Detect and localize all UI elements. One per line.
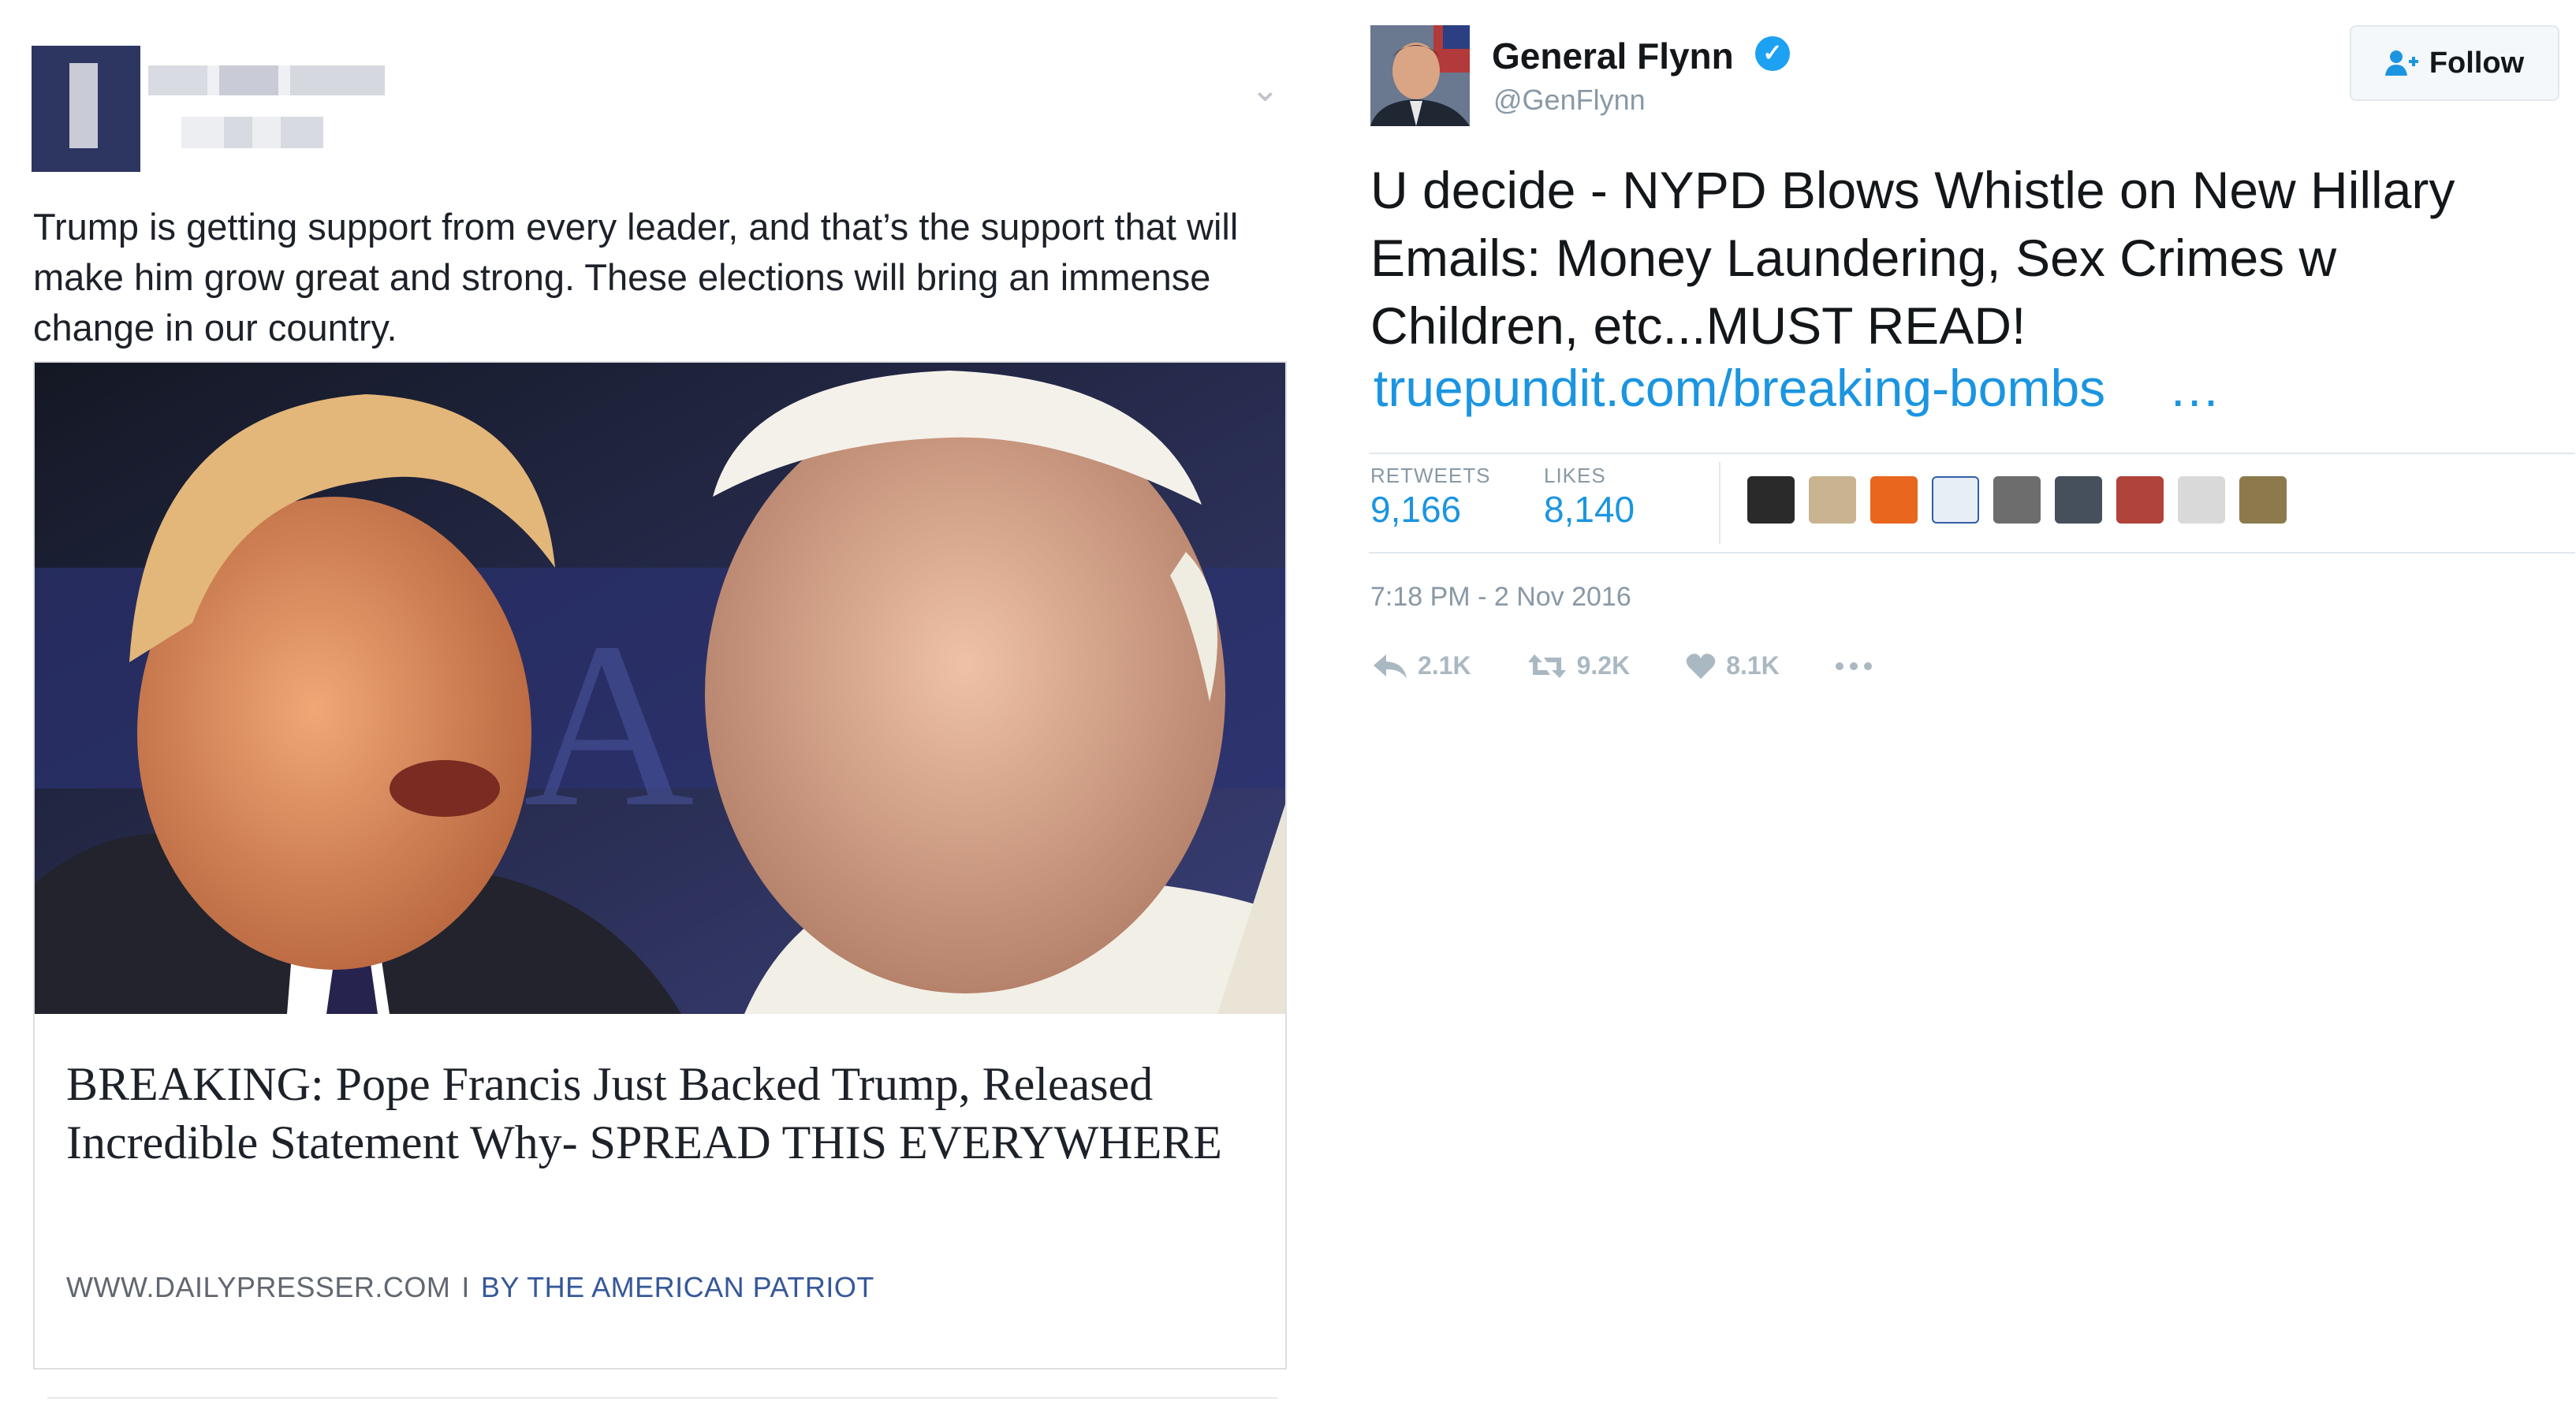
follow-button-label: Follow [2429, 46, 2525, 80]
liker-avatar[interactable] [1993, 476, 2041, 524]
link-domain[interactable]: WWW.DAILYPRESSER.COM [66, 1271, 450, 1303]
post-meta-blurred [181, 117, 323, 148]
likes-value: 8,140 [1544, 489, 1635, 530]
avatar-photo [1370, 25, 1470, 126]
by-label: BY [480, 1271, 520, 1303]
source-separator: I [461, 1271, 470, 1303]
like-count: 8.1K [1726, 651, 1780, 680]
retweets-value: 9,166 [1370, 489, 1462, 530]
verified-badge-icon: ✓ [1755, 36, 1790, 71]
poster-name-blurred[interactable] [148, 65, 385, 95]
preview-photo: A C [35, 363, 1285, 1014]
reply-icon [1374, 654, 1407, 678]
likes-label: LIKES [1544, 464, 1606, 487]
likes-stat[interactable]: LIKES 8,140 [1544, 464, 1635, 531]
tweet: General Flynn ✓ @GenFlynn Follow U decid… [1340, 0, 2576, 1405]
liker-avatar[interactable] [1809, 476, 1856, 524]
liker-avatar[interactable] [2178, 476, 2225, 524]
tweet-author-handle[interactable]: @GenFlynn [1493, 84, 1646, 117]
poster-avatar-blurred[interactable] [32, 46, 140, 172]
post-divider [47, 1397, 1277, 1399]
add-user-icon [2384, 50, 2418, 76]
facebook-post: ⌄ Trump is getting support from every le… [24, 22, 1287, 1399]
heart-icon [1686, 653, 1716, 679]
liker-avatar[interactable] [2116, 476, 2164, 524]
more-dots-icon [1835, 662, 1872, 670]
tweet-link[interactable]: truepundit.com/breaking-bombs [1374, 359, 2105, 417]
tweet-timestamp[interactable]: 7:18 PM - 2 Nov 2016 [1370, 582, 1631, 613]
retweet-button[interactable]: 9.2K [1527, 651, 1631, 680]
link-preview-card[interactable]: A C BREAKING: Pope Francis Just Backed T… [33, 361, 1287, 1370]
stats-vertical-divider [1719, 462, 1720, 544]
like-button[interactable]: 8.1K [1685, 651, 1780, 680]
retweets-label: RETWEETS [1370, 464, 1491, 487]
link-preview-image[interactable]: A C [35, 363, 1285, 1014]
tweet-link-row: truepundit.com/breaking-bombs … [1374, 358, 2220, 418]
tweet-text: U decide - NYPD Blows Whistle on New Hil… [1370, 161, 2455, 355]
tweet-actions: 2.1K 9.2K 8.1K [1372, 651, 1873, 680]
liker-avatar[interactable] [1932, 476, 1979, 524]
follow-button[interactable]: Follow [2350, 25, 2559, 101]
link-author[interactable]: THE AMERICAN PATRIOT [527, 1271, 874, 1303]
liker-avatars [1747, 476, 2287, 524]
link-source-line: WWW.DAILYPRESSER.COM I BY THE AMERICAN PAT… [66, 1271, 874, 1304]
post-body-text: Trump is getting support from every lead… [33, 206, 1239, 348]
retweet-count: 9.2K [1576, 651, 1631, 680]
stats-bottom-divider [1369, 552, 2575, 553]
liker-avatar[interactable] [2239, 476, 2287, 524]
reply-count: 2.1K [1418, 651, 1471, 680]
tweet-author-name[interactable]: General Flynn [1492, 35, 1734, 77]
stats-top-divider [1369, 453, 2575, 454]
chevron-down-icon[interactable]: ⌄ [1251, 69, 1280, 110]
reply-button[interactable]: 2.1K [1372, 651, 1471, 680]
liker-avatar[interactable] [2055, 476, 2102, 524]
tweet-avatar[interactable] [1370, 25, 1470, 126]
liker-avatar[interactable] [1870, 476, 1918, 524]
more-options-button[interactable] [1835, 662, 1873, 671]
liker-avatar[interactable] [1747, 476, 1795, 524]
retweets-stat[interactable]: RETWEETS 9,166 [1370, 464, 1490, 531]
retweet-icon [1527, 654, 1566, 678]
tweet-link-ellipsis: … [2168, 359, 2221, 417]
link-headline[interactable]: BREAKING: Pope Francis Just Backed Trump… [66, 1055, 1249, 1172]
